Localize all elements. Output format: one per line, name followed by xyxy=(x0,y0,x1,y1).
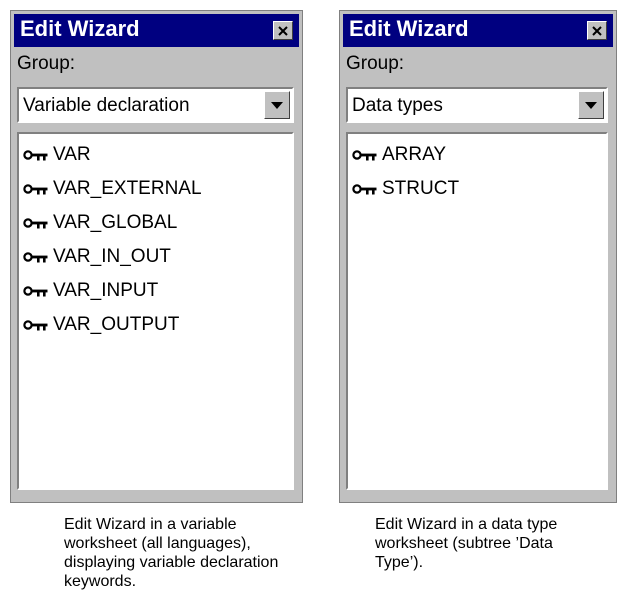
keyword-list[interactable]: VAR VAR_EXTERNAL VAR_GLOBAL VAR_IN_OUT VAR_I… xyxy=(17,132,294,490)
list-item-label: ARRAY xyxy=(382,144,447,165)
list-item-label: VAR_GLOBAL xyxy=(53,212,178,233)
list-item[interactable]: VAR_INPUT xyxy=(23,274,292,308)
key-icon xyxy=(352,184,377,195)
close-button[interactable] xyxy=(587,21,607,40)
edit-wizard-panel-right: Edit Wizard Group: Data types ARRAY STRUC… xyxy=(339,10,617,503)
keyword-items: VAR VAR_EXTERNAL VAR_GLOBAL VAR_IN_OUT VAR_I… xyxy=(19,134,292,342)
list-item-label: VAR_EXTERNAL xyxy=(53,178,202,199)
key-icon xyxy=(23,320,48,331)
list-item[interactable]: VAR_IN_OUT xyxy=(23,240,292,274)
close-icon xyxy=(592,25,602,36)
dropdown-button[interactable] xyxy=(578,91,604,119)
list-item[interactable]: VAR_OUTPUT xyxy=(23,308,292,342)
list-item[interactable]: VAR_GLOBAL xyxy=(23,206,292,240)
key-icon xyxy=(23,218,48,229)
caption-right: Edit Wizard in a data type worksheet (su… xyxy=(375,516,558,571)
keyword-items: ARRAY STRUCT xyxy=(348,134,606,206)
dropdown-button[interactable] xyxy=(264,91,290,119)
close-icon xyxy=(278,25,288,36)
window-title: Edit Wizard xyxy=(349,16,469,41)
list-item-label: VAR_OUTPUT xyxy=(53,314,180,335)
list-item[interactable]: VAR xyxy=(23,138,292,172)
key-icon xyxy=(23,184,48,195)
dropdown-arrow-icon xyxy=(271,101,283,109)
title-bar: Edit Wizard xyxy=(343,14,613,47)
caption-left: Edit Wizard in a variable worksheet (all… xyxy=(64,516,279,590)
list-item[interactable]: STRUCT xyxy=(352,172,606,206)
group-label: Group: xyxy=(346,53,405,74)
close-button[interactable] xyxy=(273,21,293,40)
title-bar: Edit Wizard xyxy=(14,14,299,47)
group-select-value: Variable declaration xyxy=(23,95,190,116)
dropdown-arrow-icon xyxy=(585,101,597,109)
edit-wizard-panel-left: Edit Wizard Group: Variable declaration … xyxy=(10,10,303,503)
list-item-label: VAR xyxy=(53,144,91,165)
group-select[interactable]: Variable declaration xyxy=(17,87,294,123)
key-icon xyxy=(23,286,48,297)
list-item-label: VAR_IN_OUT xyxy=(53,246,171,267)
list-item-label: VAR_INPUT xyxy=(53,280,159,301)
group-label: Group: xyxy=(17,53,76,74)
key-icon xyxy=(352,150,377,161)
key-icon xyxy=(23,252,48,263)
group-select-value: Data types xyxy=(352,95,443,116)
window-title: Edit Wizard xyxy=(20,16,140,41)
group-select[interactable]: Data types xyxy=(346,87,608,123)
list-item-label: STRUCT xyxy=(382,178,460,199)
key-icon xyxy=(23,150,48,161)
keyword-list[interactable]: ARRAY STRUCT xyxy=(346,132,608,490)
list-item[interactable]: VAR_EXTERNAL xyxy=(23,172,292,206)
list-item[interactable]: ARRAY xyxy=(352,138,606,172)
